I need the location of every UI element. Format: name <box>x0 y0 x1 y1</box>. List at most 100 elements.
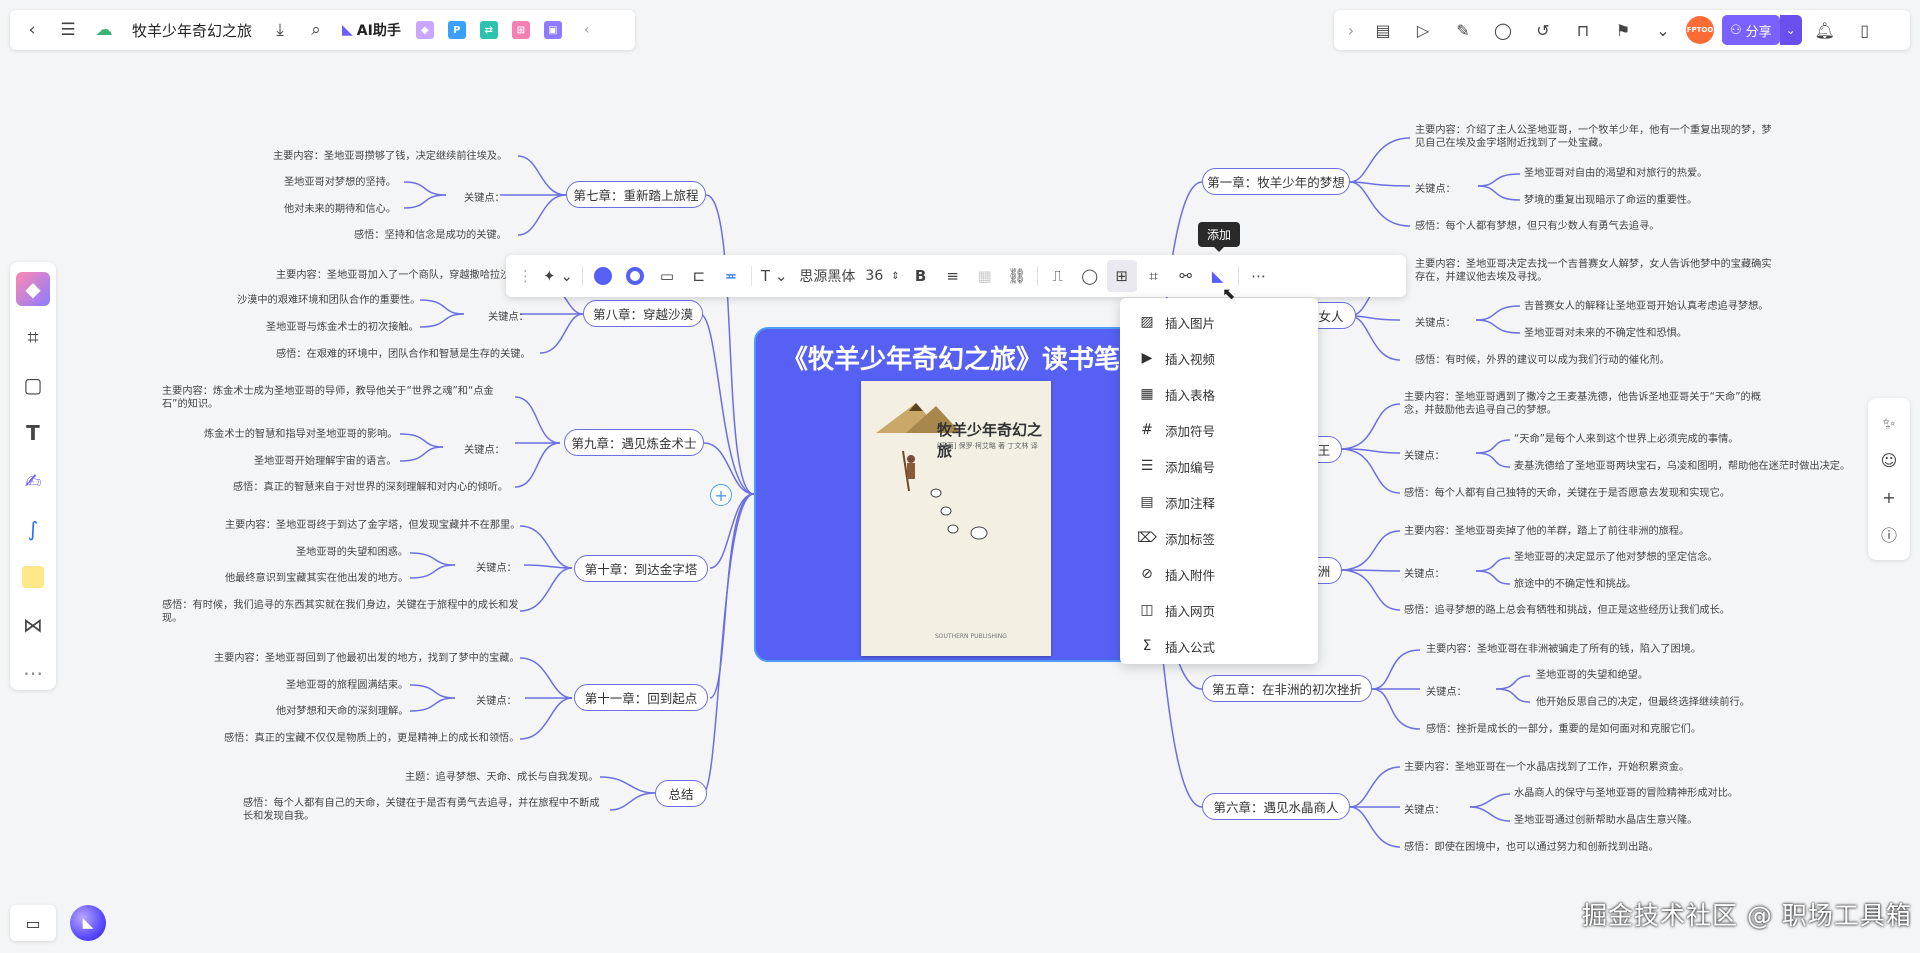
app-shortcut-icon[interactable]: ▣ <box>543 21 562 39</box>
branch-color-icon[interactable]: ≖ <box>716 260 746 292</box>
app-shortcut-icon[interactable]: ⊞ <box>511 21 530 39</box>
key-points-label: 关键点： <box>464 193 505 204</box>
menu-item-add-numbering[interactable]: ☰ 添加编号 <box>1120 448 1318 484</box>
history-icon[interactable]: ↺ <box>1526 14 1560 46</box>
relationship-icon[interactable]: ⚯ <box>1171 260 1201 292</box>
download-icon[interactable]: ⤓ <box>264 14 296 46</box>
style-brush-icon[interactable]: ✦ ⌄ <box>539 260 577 292</box>
user-avatar[interactable]: FPTOO <box>1686 16 1714 44</box>
menu-item-add-symbol[interactable]: # 添加符号 <box>1120 412 1318 448</box>
text-style-icon[interactable]: T ⌄ <box>757 260 792 292</box>
share-button[interactable]: ⚇ 分享 <box>1722 15 1780 45</box>
mindmap-icon[interactable]: ⋈ <box>16 608 50 642</box>
shape-icon[interactable]: ▢ <box>16 368 50 402</box>
menu-item-insert-image[interactable]: ▨ 插入图片 <box>1120 304 1318 340</box>
minimap-toggle-icon[interactable]: ▭ <box>10 905 56 941</box>
back-icon[interactable]: ‹ <box>16 14 48 46</box>
chapter-node-1[interactable]: 第一章：牧羊少年的梦想 <box>1202 168 1350 195</box>
chapter-insight: 感悟：有时候，外界的建议可以成为我们行动的催化剂。 <box>1415 355 1670 366</box>
chapter-content: 主要内容：圣地亚哥终于到达了金字塔，但发现宝藏并不在那里。 <box>225 520 521 531</box>
menu-item-insert-attachment[interactable]: ⊘ 插入附件 <box>1120 556 1318 592</box>
font-size-stepper-icon[interactable]: ⇕ <box>887 260 903 292</box>
link-icon[interactable]: ⛓ <box>1002 260 1032 292</box>
emoji-icon[interactable]: ☺ <box>1874 446 1904 476</box>
connector-style-icon[interactable]: ⊏ <box>684 260 714 292</box>
fill-color-picker[interactable] <box>588 260 618 292</box>
app-shortcut-icon[interactable]: P <box>447 21 466 39</box>
chapter-content: 主要内容：圣地亚哥攒够了钱，决定继续前往埃及。 <box>273 151 508 162</box>
fit-frame-icon[interactable]: ⌗ <box>1139 260 1169 292</box>
sidebar-toggle-icon[interactable]: ▯ <box>1848 14 1882 46</box>
chapter-node-11[interactable]: 第十一章：回到起点 <box>574 684 708 711</box>
key-points-label: 关键点： <box>1415 318 1456 329</box>
drag-handle-icon[interactable]: ⋮ <box>514 260 537 292</box>
chapter-node-10[interactable]: 第十章：到达金字塔 <box>574 555 708 582</box>
chapter-node-7[interactable]: 第七章：重新踏上旅程 <box>566 181 706 208</box>
shape-rounded-rect-icon[interactable]: ▭ <box>652 260 682 292</box>
border-color-picker[interactable] <box>620 260 650 292</box>
chapter-node-9[interactable]: 第九章：遇见炼金术士 <box>564 429 704 456</box>
connector-line-icon[interactable]: ∫ <box>16 512 50 546</box>
key-point: 圣地亚哥的旅程圆满结束。 <box>286 680 409 691</box>
pen-icon[interactable]: ✍ <box>16 464 50 498</box>
more-chevron-icon[interactable]: ⌄ <box>1646 14 1680 46</box>
central-topic-node[interactable]: 《牧羊少年奇幻之旅》读书笔记 牧羊少年奇幻之旅 [巴西] 保罗·柯艾略 著 丁文… <box>754 327 1146 662</box>
ai-logo-icon: ◣ <box>342 22 353 38</box>
structure-icon[interactable]: ⊓ <box>1566 14 1600 46</box>
menu-item-insert-webpage[interactable]: ◫ 插入网页 <box>1120 592 1318 628</box>
more-options-icon[interactable]: ⋯ <box>1244 260 1274 292</box>
comment-bubble-icon[interactable]: ◯ <box>1075 260 1105 292</box>
collapse-chevron-icon[interactable]: ‹ <box>571 14 603 46</box>
flag-icon[interactable]: ⚑ <box>1606 14 1640 46</box>
node-format-toolbar: ⋮ ✦ ⌄ ▭ ⊏ ≖ T ⌄ 思源黑体 36 ⇕ B ≡ ▦ ⛓ ⎍ ◯ ⊞ … <box>506 255 1406 297</box>
app-shortcut-icon[interactable]: ⇄ <box>479 21 498 39</box>
chapter-content: 主要内容：圣地亚哥回到了他最初出发的地方，找到了梦中的宝藏。 <box>214 653 520 664</box>
frame-icon[interactable]: ⌗ <box>16 320 50 354</box>
chapter-node-5[interactable]: 第五章：在非洲的初次挫折 <box>1202 675 1372 702</box>
text-icon[interactable]: T <box>16 416 50 450</box>
brush-icon[interactable]: ✎ <box>1446 14 1480 46</box>
magic-wand-icon[interactable]: ✨︎ <box>1874 409 1904 439</box>
chapter-node-8[interactable]: 第八章：穿越沙漠 <box>583 300 703 327</box>
share-dropdown-icon[interactable]: ⌄ <box>1779 15 1802 45</box>
mindmap-canvas[interactable]: 第七章：重新踏上旅程 主要内容：圣地亚哥攒够了钱，决定继续前往埃及。 关键点： … <box>0 0 1920 953</box>
hash-icon: # <box>1141 422 1153 438</box>
menu-item-insert-table[interactable]: ▦ 插入表格 <box>1120 376 1318 412</box>
key-point: 圣地亚哥对未来的不确定性和恐惧。 <box>1524 328 1687 339</box>
ai-assistant-button[interactable]: ◣ AI助手 <box>342 20 401 40</box>
shapes-library-icon[interactable]: ◆ <box>16 272 50 306</box>
zoom-in-plus-icon[interactable]: + <box>1874 482 1904 512</box>
ai-floating-button[interactable]: ◣ <box>70 905 106 941</box>
bold-icon[interactable]: B <box>906 260 936 292</box>
notification-bell-icon[interactable]: 🔔︎ <box>1808 14 1842 46</box>
app-shortcut-icon[interactable]: ◆ <box>415 21 434 39</box>
chapter-insight: 感悟：真正的宝藏不仅仅是物质上的，更是精神上的成长和领悟。 <box>224 733 520 744</box>
menu-icon[interactable]: ☰ <box>52 14 84 46</box>
search-icon[interactable]: ⌕ <box>300 14 332 46</box>
more-tools-icon[interactable]: ⋯ <box>16 656 50 690</box>
menu-item-insert-video[interactable]: ▶ 插入视频 <box>1120 340 1318 376</box>
menu-item-add-tag[interactable]: ⌦ 添加标签 <box>1120 520 1318 556</box>
expand-chevron-icon[interactable]: › <box>1342 14 1360 46</box>
chapter-insight: 感悟：真正的智慧来自于对世界的深刻理解和对内心的倾听。 <box>233 482 509 493</box>
chapter-insight: 感悟：追寻梦想的路上总会有牺牲和挑战，但正是这些经历让我们成长。 <box>1404 605 1730 616</box>
menu-item-insert-formula[interactable]: Σ 插入公式 <box>1120 628 1318 664</box>
add-node-plus-icon[interactable]: + <box>710 484 732 506</box>
text-color-icon[interactable]: ▦ <box>970 260 1000 292</box>
font-size-input[interactable]: 36 <box>863 268 885 284</box>
font-family-select[interactable]: 思源黑体 <box>793 266 861 286</box>
chapter-node-6[interactable]: 第六章：遇见水晶商人 <box>1202 793 1350 820</box>
menu-item-add-note[interactable]: ▤ 添加注释 <box>1120 484 1318 520</box>
format-painter-icon[interactable]: ⎍ <box>1043 260 1073 292</box>
add-insert-icon[interactable]: ⊞ <box>1106 260 1137 292</box>
align-center-icon[interactable]: ≡ <box>938 260 968 292</box>
info-icon[interactable]: ⓘ <box>1874 519 1904 549</box>
document-title[interactable]: 牧羊少年奇幻之旅 <box>132 20 252 41</box>
comment-icon[interactable]: ◯ <box>1486 14 1520 46</box>
present-play-icon[interactable]: ▷ <box>1406 14 1440 46</box>
chapter-content: 主要内容：圣地亚哥决定去找一个吉普赛女人解梦，女人告诉他梦中的宝藏确实存在，并建… <box>1415 259 1772 283</box>
sticky-note-icon[interactable] <box>16 560 50 594</box>
summary-node[interactable]: 总结 <box>655 780 707 807</box>
template-icon[interactable]: ▤ <box>1366 14 1400 46</box>
central-title: 《牧羊少年奇幻之旅》读书笔记 <box>782 345 1147 375</box>
